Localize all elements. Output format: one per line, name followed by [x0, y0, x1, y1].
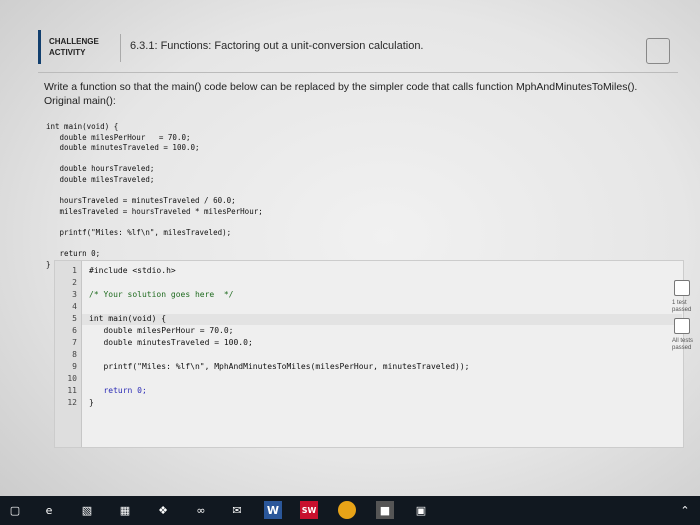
activity-title: 6.3.1: Functions: Factoring out a unit-c…: [130, 40, 424, 52]
line-number: 4: [72, 302, 77, 311]
solidworks-icon[interactable]: SW: [300, 501, 318, 519]
file-explorer-icon[interactable]: ▧: [78, 501, 96, 519]
line-number: 7: [72, 338, 77, 347]
chevron-up-icon[interactable]: ⌃: [676, 501, 694, 519]
completion-checkbox[interactable]: [646, 38, 670, 64]
store-icon[interactable]: ▦: [116, 501, 134, 519]
header-divider: [120, 34, 121, 62]
editor-line[interactable]: return 0;: [89, 386, 146, 395]
photos-icon[interactable]: ▣: [412, 501, 430, 519]
test-checkbox-2[interactable]: [674, 318, 690, 334]
editor-line[interactable]: }: [89, 398, 94, 407]
code-line: double milesPerHour = 70.0;: [46, 132, 191, 142]
line-number-gutter: 1 2 3 4 5 6 7 8 9 10 11 12: [55, 261, 82, 447]
line-number: 3: [72, 290, 77, 299]
code-line: printf("Miles: %lf\n", milesTraveled);: [46, 227, 232, 237]
test-checkbox-1[interactable]: [674, 280, 690, 296]
line-number: 12: [67, 398, 77, 407]
badge-line1: CHALLENGE: [49, 37, 99, 46]
line-number: 2: [72, 278, 77, 287]
infinity-icon[interactable]: ∞: [192, 501, 210, 519]
original-main-label: Original main():: [44, 95, 116, 107]
active-line-highlight: [82, 314, 682, 325]
code-line: milesTraveled = hoursTraveled * milesPer…: [46, 206, 263, 216]
code-line: hoursTraveled = minutesTraveled / 60.0;: [46, 196, 236, 206]
header-rule: [38, 72, 678, 73]
editor-line[interactable]: /* Your solution goes here */: [89, 290, 234, 299]
line-number: 11: [67, 386, 77, 395]
word-icon[interactable]: W: [264, 501, 282, 519]
line-number: 8: [72, 350, 77, 359]
test-status-2: All tests passed: [672, 338, 694, 351]
activity-header: CHALLENGE ACTIVITY 6.3.1: Functions: Fac…: [38, 30, 678, 68]
description: Write a function so that the main() code…: [44, 80, 664, 108]
line-number: 6: [72, 326, 77, 335]
test-status-1: 1 test passed: [672, 300, 692, 313]
line-number: 1: [72, 266, 77, 275]
start-icon[interactable]: ▢: [6, 501, 24, 519]
line-number: 5: [72, 314, 77, 323]
chrome-icon[interactable]: [338, 501, 356, 519]
editor-line[interactable]: printf("Miles: %lf\n", MphAndMinutesToMi…: [89, 362, 469, 371]
original-code-block: int main(void) { double milesPerHour = 7…: [46, 122, 446, 270]
challenge-badge: CHALLENGE ACTIVITY: [38, 30, 110, 64]
windows-taskbar: ▢ e ▧ ▦ ❖ ∞ ✉ W SW ■ ▣ ⌃: [0, 496, 700, 525]
editor-line[interactable]: double minutesTraveled = 100.0;: [89, 338, 252, 347]
code-line: int main(void) {: [46, 122, 119, 131]
code-line: double hoursTraveled;: [46, 164, 155, 174]
editor-line[interactable]: double milesPerHour = 70.0;: [89, 326, 233, 335]
editor-line[interactable]: int main(void) {: [89, 314, 166, 323]
code-line: double minutesTraveled = 100.0;: [46, 143, 200, 153]
mail-icon[interactable]: ✉: [228, 501, 246, 519]
dropbox-icon[interactable]: ❖: [154, 501, 172, 519]
app-icon[interactable]: ■: [376, 501, 394, 519]
code-line: double milesTraveled;: [46, 174, 155, 184]
badge-line2: ACTIVITY: [49, 48, 86, 57]
edge-icon[interactable]: e: [40, 501, 58, 519]
description-text: Write a function so that the main() code…: [44, 81, 638, 93]
line-number: 10: [67, 374, 77, 383]
editor-line[interactable]: #include <stdio.h>: [89, 266, 176, 275]
code-editor[interactable]: 1 2 3 4 5 6 7 8 9 10 11 12 #include <std…: [54, 260, 684, 448]
activity-page: CHALLENGE ACTIVITY 6.3.1: Functions: Fac…: [22, 18, 693, 490]
code-line: return 0;: [46, 249, 101, 259]
line-number: 9: [72, 362, 77, 371]
